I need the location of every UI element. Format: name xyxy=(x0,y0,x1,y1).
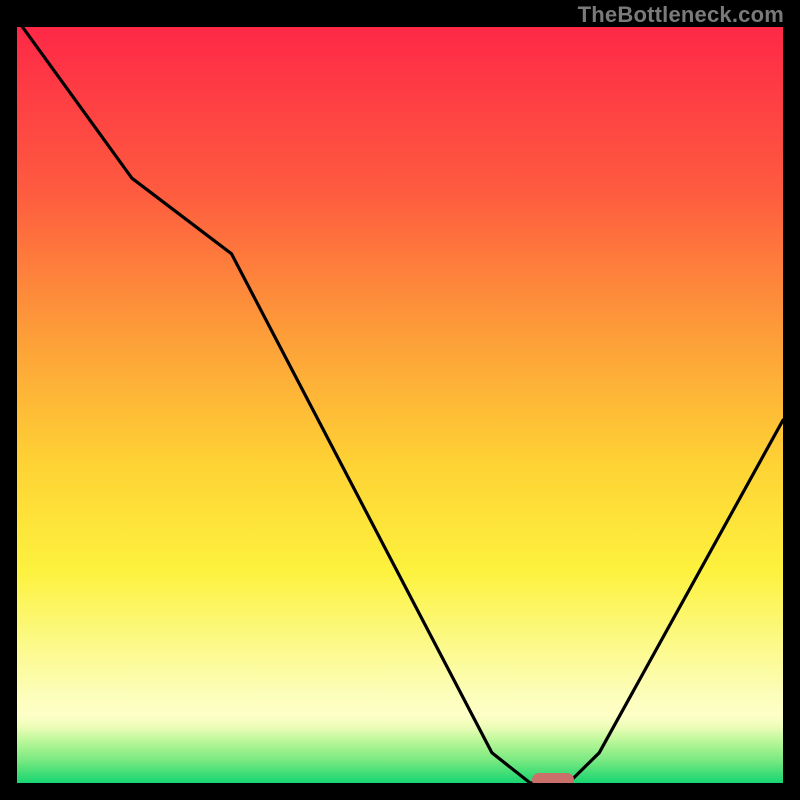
plot-area xyxy=(17,27,783,783)
bottleneck-curve xyxy=(17,27,783,783)
chart-canvas: TheBottleneck.com xyxy=(0,0,800,800)
minimum-marker xyxy=(532,773,574,783)
watermark-text: TheBottleneck.com xyxy=(578,2,784,28)
